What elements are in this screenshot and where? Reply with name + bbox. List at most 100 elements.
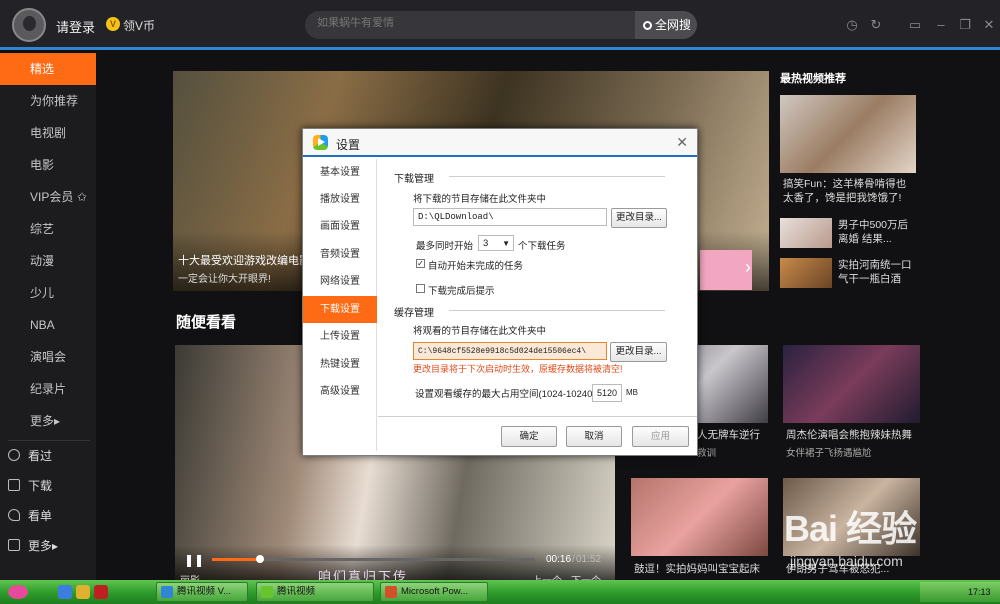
sidebar-item-movie[interactable]: 电影 bbox=[0, 149, 96, 181]
hot-videos-title: 最热视频推荐 bbox=[780, 73, 846, 85]
video-tile-thumbnail[interactable] bbox=[783, 345, 920, 423]
tencent-video-logo-icon bbox=[313, 135, 328, 150]
video-tile-thumbnail[interactable] bbox=[631, 478, 768, 556]
cache-size-input[interactable]: 5120 bbox=[592, 384, 622, 402]
skin-icon[interactable]: ▭ bbox=[908, 18, 922, 32]
hot-video-caption[interactable]: 男子中500万后离婚 结果... bbox=[838, 218, 918, 246]
sidebar-item-kids[interactable]: 少儿 bbox=[0, 277, 96, 309]
chrome-icon[interactable] bbox=[58, 585, 72, 599]
tab-network[interactable]: 网络设置 bbox=[303, 268, 377, 295]
cache-path-field[interactable]: C:\9648cf5528e9918c5d024de15506ec4\ bbox=[413, 342, 607, 360]
chevron-right-icon[interactable]: › bbox=[745, 257, 751, 278]
concurrent-prefix-label: 最多同时开始 bbox=[416, 241, 474, 252]
banner-title[interactable]: 十大最受欢迎游戏改编电影 bbox=[178, 252, 310, 268]
cancel-button[interactable]: 取消 bbox=[566, 426, 622, 447]
cache-group-title: 缓存管理 bbox=[394, 308, 434, 319]
tab-audio[interactable]: 音频设置 bbox=[303, 241, 377, 268]
tab-hotkeys[interactable]: 热键设置 bbox=[303, 351, 377, 378]
finish-prompt-label: 下载完成后提示 bbox=[428, 286, 495, 297]
history-icon[interactable]: ◷ bbox=[845, 18, 859, 32]
finish-prompt-checkbox[interactable] bbox=[416, 284, 425, 293]
download-icon bbox=[8, 479, 20, 491]
login-link[interactable]: 请登录 bbox=[56, 17, 95, 36]
hot-video-thumbnail[interactable] bbox=[780, 258, 832, 288]
taskbar-button-tencent-video[interactable]: 腾讯视频 V... bbox=[156, 582, 248, 602]
tencent-video-icon bbox=[161, 586, 173, 598]
explorer-icon[interactable] bbox=[76, 585, 90, 599]
sidebar-item-tv[interactable]: 电视剧 bbox=[0, 117, 96, 149]
sidebar-item-vip-label: VIP会员 bbox=[30, 190, 74, 204]
cache-change-dir-button[interactable]: 更改目录... bbox=[610, 342, 667, 362]
tab-display[interactable]: 画面设置 bbox=[303, 213, 377, 240]
sidebar-item-nba[interactable]: NBA bbox=[0, 309, 96, 341]
close-icon[interactable]: ✕ bbox=[982, 18, 996, 32]
download-folder-label: 将下载的节目存储在此文件夹中 bbox=[413, 194, 547, 205]
refresh-icon[interactable]: ↻ bbox=[869, 18, 883, 32]
sidebar-item-watchlist-label: 看单 bbox=[28, 509, 53, 523]
sidebar-divider bbox=[8, 440, 90, 441]
tab-upload[interactable]: 上传设置 bbox=[303, 323, 377, 350]
dialog-close-icon[interactable]: ✕ bbox=[676, 134, 688, 151]
search-input[interactable] bbox=[317, 17, 627, 29]
time-total: 01:52 bbox=[576, 554, 602, 565]
footer-divider bbox=[378, 416, 697, 417]
download-change-dir-button[interactable]: 更改目录... bbox=[611, 208, 667, 228]
tab-advanced[interactable]: 高级设置 bbox=[303, 378, 377, 405]
dialog-title: 设置 bbox=[336, 138, 361, 152]
pause-icon[interactable]: ❚❚ bbox=[184, 553, 204, 567]
hot-video-thumbnail[interactable] bbox=[780, 218, 832, 248]
hot-video-caption[interactable]: 搞笑Fun：这羊棒骨啃得也太香了，馋是把我馋饿了! bbox=[783, 177, 915, 205]
tab-playback[interactable]: 播放设置 bbox=[303, 186, 377, 213]
tencent-video-icon bbox=[261, 586, 273, 598]
hot-video-caption[interactable]: 实拍河南统一口气干一瓶白酒 bbox=[838, 258, 918, 286]
app-icon[interactable] bbox=[94, 585, 108, 599]
watermark-url: jingyan.baidu.com bbox=[790, 553, 903, 569]
sidebar: 精选 为你推荐 电视剧 电影 VIP会员 ✩ 综艺 动漫 少儿 NBA 演唱会 … bbox=[0, 53, 96, 580]
tab-download[interactable]: 下载设置 bbox=[303, 296, 377, 323]
tab-basic[interactable]: 基本设置 bbox=[303, 159, 377, 186]
apply-button[interactable]: 应用 bbox=[632, 426, 689, 447]
vcoin-link[interactable]: 领V币 bbox=[123, 17, 155, 34]
taskbar-button-tencent-video-2[interactable]: 腾讯视频 bbox=[256, 582, 374, 602]
clock[interactable]: 17:13 bbox=[968, 587, 991, 597]
settings-tabs: 基本设置 播放设置 画面设置 音频设置 网络设置 下载设置 上传设置 热键设置 … bbox=[303, 159, 377, 451]
sidebar-item-vip[interactable]: VIP会员 ✩ bbox=[0, 181, 96, 213]
start-button-icon[interactable] bbox=[8, 585, 28, 599]
concurrent-downloads-value: 3 bbox=[483, 238, 489, 249]
time-current: 00:16 bbox=[546, 554, 572, 565]
dialog-titlebar[interactable]: 设置 ✕ bbox=[303, 129, 697, 157]
sidebar-item-recommend[interactable]: 为你推荐 bbox=[0, 85, 96, 117]
taskbar-button-label: 腾讯视频 bbox=[277, 586, 316, 597]
sidebar-item-more[interactable]: 更多▸ bbox=[0, 405, 96, 437]
sidebar-item-download[interactable]: 下载 bbox=[0, 471, 96, 501]
video-tile-title[interactable]: 人无牌车逆行 bbox=[697, 427, 760, 442]
sidebar-item-concert[interactable]: 演唱会 bbox=[0, 341, 96, 373]
video-tile-subtitle: 救训 bbox=[697, 448, 717, 459]
sidebar-item-anime[interactable]: 动漫 bbox=[0, 245, 96, 277]
sidebar-item-watchlist[interactable]: 看单 bbox=[0, 501, 96, 531]
ok-button[interactable]: 确定 bbox=[501, 426, 557, 447]
concurrent-downloads-select[interactable]: 3 ▼ bbox=[478, 235, 514, 251]
auto-start-checkbox[interactable]: ✓ bbox=[416, 259, 425, 268]
avatar-icon[interactable] bbox=[12, 8, 46, 42]
hot-video-thumbnail[interactable] bbox=[780, 95, 916, 173]
search-button[interactable]: 全网搜 bbox=[635, 11, 697, 39]
sidebar-item-more2-label: 更多▸ bbox=[28, 539, 59, 553]
sidebar-item-featured[interactable]: 精选 bbox=[0, 53, 96, 85]
search-box: 全网搜 bbox=[305, 11, 697, 39]
sidebar-item-documentary[interactable]: 纪录片 bbox=[0, 373, 96, 405]
taskbar-button-label: 腾讯视频 V... bbox=[177, 586, 232, 597]
download-path-field[interactable]: D:\QLDownload\ bbox=[413, 208, 607, 226]
section-title: 随便看看 bbox=[176, 314, 237, 331]
restore-icon[interactable]: ❐ bbox=[958, 18, 972, 32]
sidebar-item-more2[interactable]: 更多▸ bbox=[0, 531, 96, 561]
search-icon bbox=[643, 21, 652, 30]
sidebar-item-history[interactable]: 看过 bbox=[0, 441, 96, 471]
video-tile-title[interactable]: 周杰伦演唱会熊抱辣妹热舞 bbox=[786, 427, 912, 442]
download-group-title: 下载管理 bbox=[394, 174, 434, 185]
minimize-icon[interactable]: – bbox=[934, 18, 948, 32]
vcoin-icon: V bbox=[106, 17, 120, 31]
video-tile-title[interactable]: 鼓逗！实拍妈妈叫宝宝起床 bbox=[634, 561, 760, 576]
taskbar-button-powerpoint[interactable]: Microsoft Pow... bbox=[380, 582, 488, 602]
sidebar-item-variety[interactable]: 综艺 bbox=[0, 213, 96, 245]
